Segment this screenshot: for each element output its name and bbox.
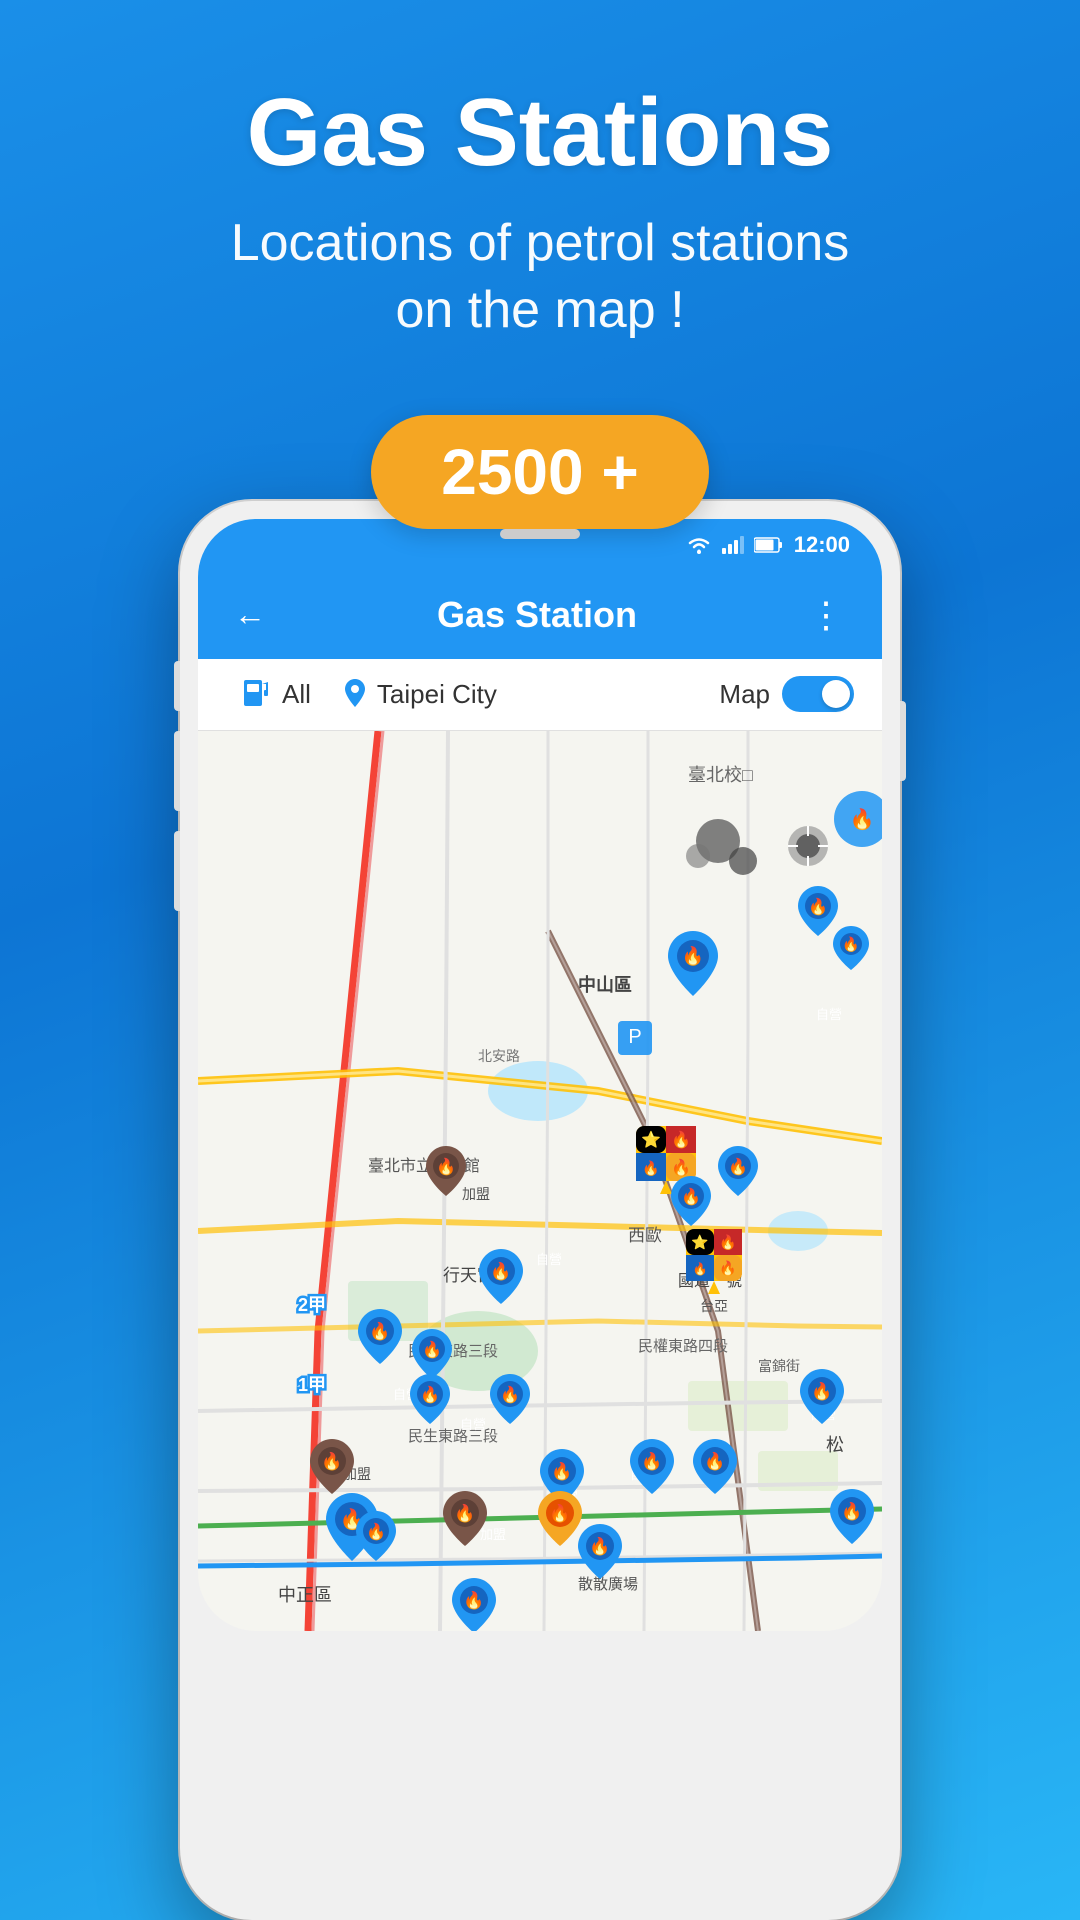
back-button[interactable]: ← [226,588,274,641]
map-toggle-container: Map [719,676,854,712]
svg-text:自營: 自營 [816,1007,842,1022]
phone-speaker [500,529,580,539]
phone-btn-volume-up [174,661,180,711]
svg-text:🔥: 🔥 [454,1503,475,1523]
location-icon [343,679,367,709]
app-bar: ← Gas Station ⋮ [198,571,882,659]
svg-text:台亞: 台亞 [700,1298,728,1314]
svg-text:🔥: 🔥 [551,1461,572,1481]
signal-icon [722,536,744,554]
svg-text:🔥: 🔥 [681,1187,701,1206]
svg-text:中正區: 中正區 [278,1585,332,1605]
svg-text:中山區: 中山區 [578,974,632,995]
svg-text:🔥: 🔥 [366,1522,386,1541]
svg-text:🔥: 🔥 [422,1340,442,1359]
map-area[interactable]: P 臺北校□ 中山區 臺北市立美術館 行天宮 西歐 國道一號 民權東路三段 民權… [198,731,882,1631]
filter-bar: All Taipei City Map [198,659,882,731]
svg-text:🔥: 🔥 [719,1234,736,1251]
status-time: 12:00 [794,532,850,558]
status-icons: 12:00 [686,532,850,558]
svg-text:自營: 自營 [536,1252,562,1267]
menu-button[interactable]: ⋮ [800,586,854,644]
svg-text:西歐: 西歐 [628,1226,662,1245]
phone-btn-right [900,701,906,781]
svg-text:富錦街: 富錦街 [758,1358,800,1374]
app-bar-title: Gas Station [294,594,780,636]
phone-btn-volume-down [174,731,180,811]
svg-text:🔥: 🔥 [728,1157,748,1176]
svg-text:🔥: 🔥 [850,807,875,831]
fuel-pump-icon [242,676,272,712]
svg-text:🔥: 🔥 [641,1451,662,1471]
svg-text:散散廣場: 散散廣場 [578,1576,638,1593]
battery-icon [754,537,784,553]
svg-text:⭐: ⭐ [641,1130,661,1149]
svg-text:自營: 自營 [460,1417,486,1432]
svg-text:🔥: 🔥 [642,1160,659,1177]
fuel-filter-label: All [282,679,311,710]
svg-text:🔥: 🔥 [842,936,859,953]
svg-text:⭐: ⭐ [691,1234,708,1250]
map-toggle-label: Map [719,679,770,710]
svg-text:🔥: 🔥 [369,1321,390,1341]
map-svg: P 臺北校□ 中山區 臺北市立美術館 行天宮 西歐 國道一號 民權東路三段 民權… [198,731,882,1631]
svg-text:🔥: 🔥 [671,1158,691,1177]
phone-screen: 12:00 ← Gas Station ⋮ All [198,519,882,1631]
location-filter-label: Taipei City [377,679,497,710]
location-filter[interactable]: Taipei City [327,679,513,710]
svg-text:P: P [628,1026,641,1048]
svg-text:加盟: 加盟 [480,1527,506,1542]
phone-outer: 12:00 ← Gas Station ⋮ All [180,501,900,1920]
svg-text:🔥: 🔥 [436,1157,456,1176]
svg-text:🔥: 🔥 [704,1451,725,1471]
map-toggle-switch[interactable] [782,676,854,712]
header-section: Gas Stations Locations of petrol station… [0,0,1080,415]
svg-text:🔥: 🔥 [589,1536,610,1556]
svg-text:松: 松 [826,1435,844,1455]
toggle-knob [822,680,850,708]
svg-text:🔥: 🔥 [693,1262,708,1276]
wifi-icon [686,535,712,555]
svg-text:🔥: 🔥 [321,1451,342,1471]
svg-text:🔥: 🔥 [490,1261,511,1281]
svg-text:🔥: 🔥 [719,1260,736,1277]
badge-container: 2500 + [371,415,709,529]
phone-container: 12:00 ← Gas Station ⋮ All [160,501,920,1920]
svg-text:🔥: 🔥 [463,1590,484,1610]
subtitle: Locations of petrol stations on the map … [60,210,1020,345]
svg-text:🔥: 🔥 [682,945,704,966]
svg-text:北安路: 北安路 [478,1048,520,1064]
svg-text:加盟: 加盟 [462,1186,490,1202]
svg-text:🔥: 🔥 [500,1385,520,1404]
svg-text:臺北校□: 臺北校□ [688,765,753,785]
svg-text:🔥: 🔥 [811,1381,832,1401]
svg-text:1甲: 1甲 [298,1375,326,1395]
svg-text:🔥: 🔥 [841,1501,862,1521]
fuel-filter[interactable]: All [226,676,327,712]
main-title: Gas Stations [60,80,1020,186]
svg-text:🔥: 🔥 [420,1385,440,1404]
count-badge: 2500 + [371,415,709,529]
svg-text:🔥: 🔥 [671,1130,691,1149]
svg-text:🔥: 🔥 [808,897,828,916]
svg-text:🔥: 🔥 [549,1503,570,1523]
phone-btn-power [174,831,180,911]
svg-text:民權東路四段: 民權東路四段 [638,1338,728,1355]
svg-text:2甲: 2甲 [298,1295,326,1315]
